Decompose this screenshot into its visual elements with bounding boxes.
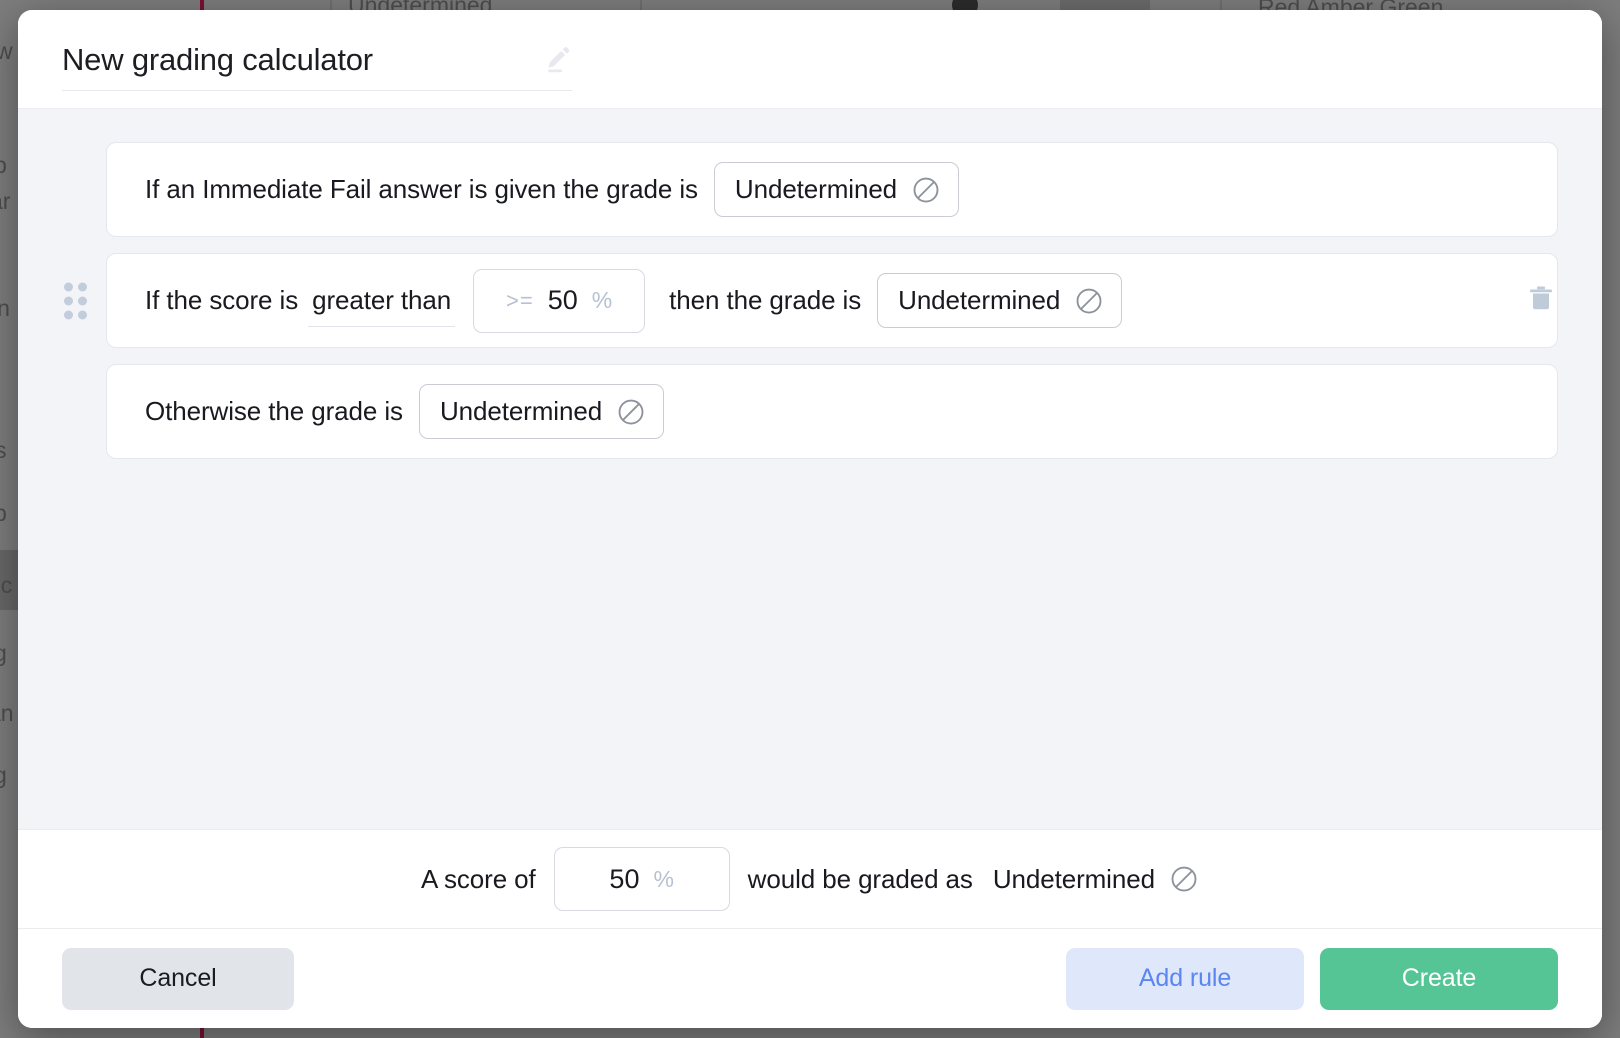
delete-rule-button[interactable] [1524,284,1558,318]
backdrop-text-fragment: oc [0,572,13,598]
pencil-icon[interactable] [542,45,572,75]
backdrop-text-fragment: g [0,640,7,666]
page-title: New grading calculator [62,41,373,77]
rule-card: Otherwise the grade is Undetermined [106,364,1558,459]
rule-prefix-label: Otherwise the grade is [145,396,403,426]
percent-unit: % [653,865,674,892]
backdrop-text-fragment: g [0,762,7,788]
ban-icon [1074,286,1104,316]
preview-grade-label: Undetermined [992,863,1155,894]
create-button[interactable]: Create [1320,947,1558,1010]
trash-icon [1525,282,1557,319]
grade-select-otherwise[interactable]: Undetermined [418,384,665,439]
operator-dropdown[interactable]: greater than [308,285,456,327]
backdrop-text-fragment: s [0,437,7,463]
ban-icon [1169,864,1199,894]
rule-card: If the score is greater than >= 50 % the… [106,253,1558,348]
backdrop-text-fragment: an [0,700,14,726]
score-threshold-input[interactable]: >= 50 % [473,268,646,333]
rule-prefix-label: If an Immediate Fail answer is given the… [145,174,698,204]
dialog-footer: Cancel Add rule Create [18,928,1602,1028]
operator-symbol: >= [506,287,534,313]
grade-select-immediate-fail[interactable]: Undetermined [713,162,960,217]
backdrop-text-fragment: w [0,38,13,64]
preview-score-input[interactable]: 50 % [553,847,730,911]
backdrop-text-fragment: p [0,152,7,178]
add-rule-button[interactable]: Add rule [1066,947,1304,1010]
percent-unit: % [591,287,613,313]
rule-middle-label: then the grade is [669,285,862,315]
rule-row-immediate-fail: If an Immediate Fail answer is given the… [18,142,1602,237]
cancel-button[interactable]: Cancel [62,947,294,1010]
backdrop-text-fragment: in [0,295,10,321]
rule-row-score-threshold: If the score is greater than >= 50 % the… [18,253,1602,348]
title-edit-field[interactable]: New grading calculator [62,42,572,91]
ban-icon [911,175,941,205]
backdrop-text-fragment: p [0,500,7,526]
rule-row-otherwise: Otherwise the grade is Undetermined [18,364,1602,459]
grade-select-score-threshold[interactable]: Undetermined [877,273,1123,328]
score-value: 50 [547,285,578,315]
preview-prefix-label: A score of [421,863,536,894]
grade-select-label: Undetermined [734,174,898,204]
grade-select-label: Undetermined [898,285,1061,315]
dialog-header: New grading calculator [18,10,1602,109]
drag-handle-icon[interactable] [64,282,87,319]
grade-select-label: Undetermined [439,396,603,426]
rules-panel: If an Immediate Fail answer is given the… [18,109,1602,829]
backdrop-text-fragment: ar [0,188,11,214]
preview-grade-result: Undetermined [993,864,1199,895]
score-preview-bar: A score of 50 % would be graded as Undet… [18,829,1602,928]
grading-calculator-dialog: New grading calculator If an Immediate F… [18,10,1602,1028]
rule-prefix-label: If the score is [145,285,299,315]
rule-card: If an Immediate Fail answer is given the… [106,142,1558,237]
preview-score-value: 50 [609,863,640,894]
ban-icon [616,397,646,427]
preview-middle-label: would be graded as [747,863,973,894]
